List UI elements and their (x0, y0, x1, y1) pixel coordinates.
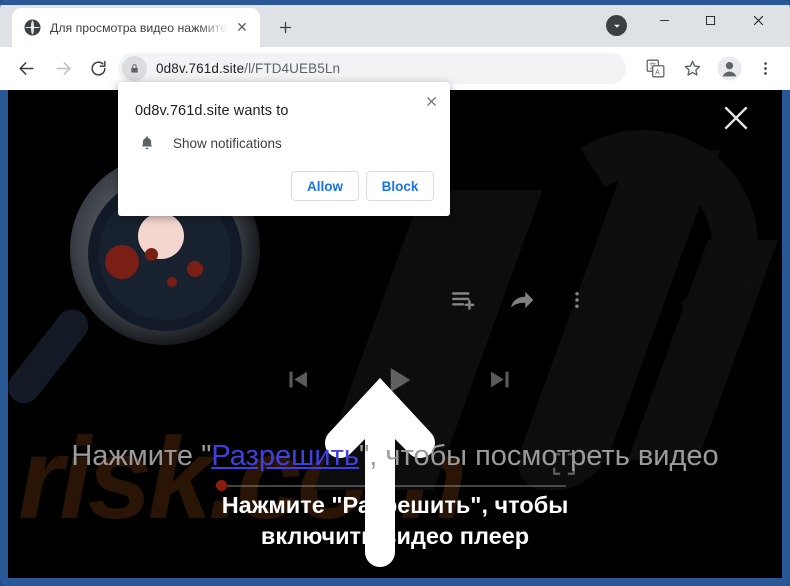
white-headline: Нажмите "Разрешить", чтобы включить виде… (8, 490, 782, 552)
bookmark-button[interactable] (677, 53, 708, 84)
window-maximize-button[interactable] (688, 5, 733, 35)
back-arrow-icon (19, 62, 34, 75)
browser-menu-button[interactable] (750, 53, 781, 84)
browser-window: Для просмотра видео нажмите ✕ 0d8v.761d.… (0, 0, 790, 586)
translate-icon: 文 A (646, 59, 665, 78)
permission-label: Show notifications (173, 135, 282, 151)
white-headline-line1: Нажмите "Разрешить", чтобы (221, 492, 569, 518)
page-close-button[interactable] (718, 100, 754, 136)
grey-headline: Нажмите "Разрешить", чтобы посмотреть ви… (8, 440, 782, 473)
magnifier-handle (8, 303, 95, 410)
close-icon (724, 106, 748, 130)
reload-button[interactable] (83, 53, 114, 84)
tab-close-icon[interactable]: ✕ (232, 18, 252, 38)
forward-button[interactable] (48, 53, 79, 84)
plus-icon (279, 21, 291, 33)
window-close-button[interactable] (736, 5, 781, 35)
germ-dot (145, 248, 158, 261)
grey-headline-before: Нажмите " (71, 440, 212, 472)
three-dot-menu-icon (764, 62, 767, 75)
window-minimize-button[interactable] (642, 5, 687, 35)
profile-avatar-button[interactable] (714, 53, 745, 84)
more-vertical-icon[interactable] (567, 288, 587, 317)
allow-link[interactable]: Разрешить (211, 440, 359, 472)
bell-icon (135, 135, 159, 151)
browser-tab[interactable]: Для просмотра видео нажмите ✕ (12, 8, 260, 47)
lock-icon[interactable] (122, 56, 147, 81)
permission-row: Show notifications (135, 135, 282, 151)
allow-button[interactable]: Allow (291, 171, 359, 201)
lock-glyph (131, 64, 138, 73)
playlist-add-icon[interactable] (451, 287, 477, 318)
previous-track-icon[interactable] (284, 365, 313, 399)
reload-icon (91, 60, 106, 76)
germ-dot (167, 277, 177, 287)
grey-headline-after: ", чтобы посмотреть видео (358, 440, 719, 472)
next-track-icon[interactable] (485, 365, 514, 399)
white-headline-line2: включить видео плеер (260, 523, 530, 550)
address-bar[interactable]: 0d8v.761d.site/l/FTD4UEB5Ln (118, 53, 626, 84)
back-button[interactable] (11, 53, 42, 84)
close-icon (426, 96, 436, 106)
address-bar-text: 0d8v.761d.site/l/FTD4UEB5Ln (156, 61, 340, 76)
avatar-icon (717, 56, 742, 81)
germ-dot (105, 245, 139, 279)
close-icon (753, 15, 764, 25)
translate-button[interactable]: 文 A (640, 53, 671, 84)
maximize-icon (705, 15, 716, 25)
tab-strip: Для просмотра видео нажмите ✕ (0, 0, 790, 47)
forward-arrow-icon (56, 62, 71, 75)
globe-icon (24, 19, 41, 36)
germ-dot (187, 261, 203, 277)
chevron-down-icon[interactable] (606, 15, 627, 36)
tab-title: Для просмотра видео нажмите (50, 20, 227, 35)
svg-text:A: A (655, 68, 660, 76)
dialog-title: 0d8v.761d.site wants to (135, 103, 289, 119)
dialog-close-button[interactable] (418, 88, 444, 114)
player-action-bar (451, 287, 587, 318)
share-icon[interactable] (509, 287, 535, 318)
block-button[interactable]: Block (366, 171, 434, 201)
chevron-down-glyph (613, 24, 620, 28)
url-path: /l/FTD4UEB5Ln (244, 61, 341, 76)
star-icon (684, 60, 701, 76)
url-domain: 0d8v.761d.site (156, 61, 245, 76)
minimize-icon (660, 19, 669, 21)
notification-permission-dialog: 0d8v.761d.site wants to Show notificatio… (118, 82, 450, 216)
new-tab-button[interactable] (272, 14, 298, 40)
